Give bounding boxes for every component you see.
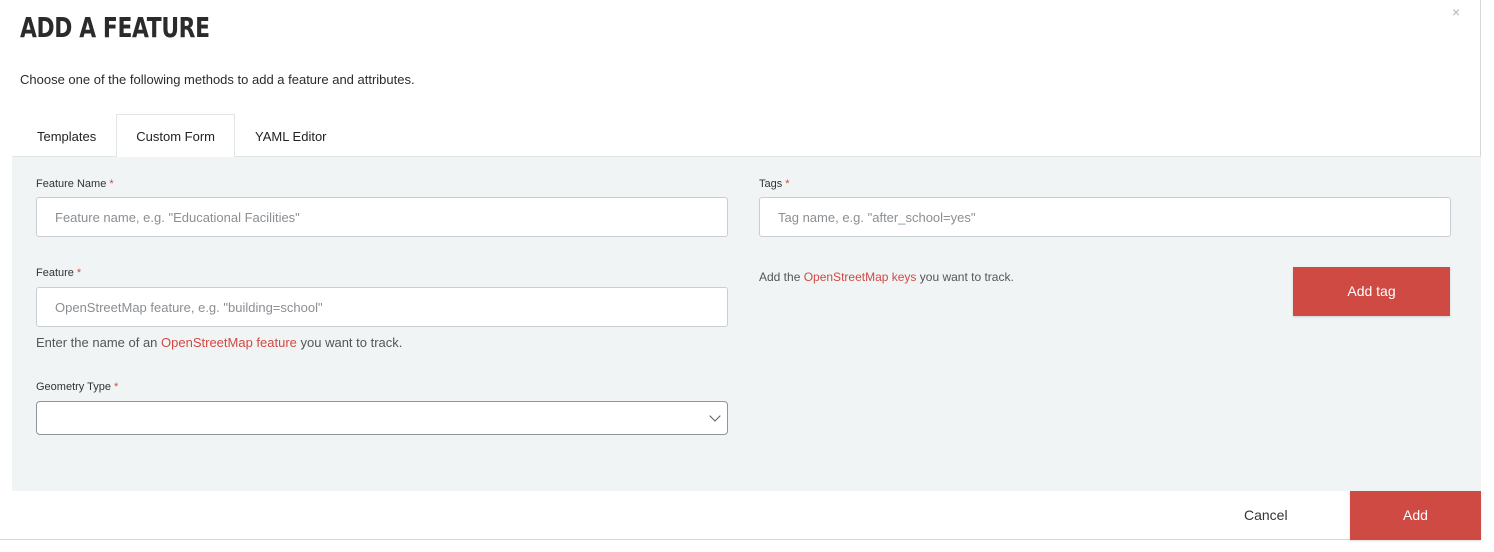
- tab-templates[interactable]: Templates: [12, 114, 116, 157]
- tags-help-suffix: you want to track.: [916, 270, 1014, 284]
- geometry-type-select[interactable]: [36, 401, 728, 435]
- tags-help-text: Add the: [759, 270, 804, 284]
- geometry-type-label: Geometry Type *: [36, 381, 118, 393]
- tab-custom-form[interactable]: Custom Form: [116, 114, 235, 157]
- osm-keys-link[interactable]: OpenStreetMap keys: [804, 270, 917, 284]
- tags-label-text: Tags: [759, 178, 783, 190]
- feature-name-label: Feature Name *: [36, 178, 114, 190]
- feature-help: Enter the name of an OpenStreetMap featu…: [36, 335, 402, 350]
- feature-label-text: Feature: [36, 267, 74, 279]
- tags-input[interactable]: [759, 197, 1451, 237]
- feature-name-input[interactable]: [36, 197, 728, 237]
- tab-yaml-editor[interactable]: YAML Editor: [235, 114, 347, 157]
- feature-name-label-text: Feature Name: [36, 178, 107, 190]
- add-tag-button[interactable]: Add tag: [1293, 267, 1450, 316]
- required-mark: *: [76, 267, 82, 279]
- custom-form-panel: Feature Name* Feature* Enter the name of…: [12, 156, 1481, 491]
- add-button[interactable]: Add: [1350, 491, 1481, 540]
- method-tabs: Templates Custom Form YAML Editor: [12, 114, 347, 157]
- required-mark: *: [109, 178, 114, 190]
- feature-help-text: Enter the name of an: [36, 335, 162, 350]
- chevron-down-icon: [709, 410, 721, 422]
- tags-help: Add the OpenStreetMap keys you want to t…: [759, 270, 1014, 284]
- modal-title: ADD A FEATURE: [20, 11, 210, 44]
- close-icon[interactable]: ×: [1452, 4, 1460, 20]
- feature-input[interactable]: [36, 287, 728, 327]
- add-feature-modal: ADD A FEATURE × Choose one of the follow…: [0, 0, 1481, 540]
- feature-help-suffix: you want to track.: [296, 335, 403, 350]
- required-mark: *: [785, 178, 790, 190]
- modal-subtitle: Choose one of the following methods to a…: [20, 72, 415, 87]
- required-mark: *: [114, 381, 119, 393]
- cancel-button[interactable]: Cancel: [1244, 507, 1288, 523]
- tags-label: Tags *: [759, 178, 790, 190]
- feature-label: Feature *: [36, 267, 81, 279]
- osm-feature-link[interactable]: OpenStreetMap feature: [161, 335, 297, 350]
- geometry-type-label-text: Geometry Type: [36, 381, 111, 393]
